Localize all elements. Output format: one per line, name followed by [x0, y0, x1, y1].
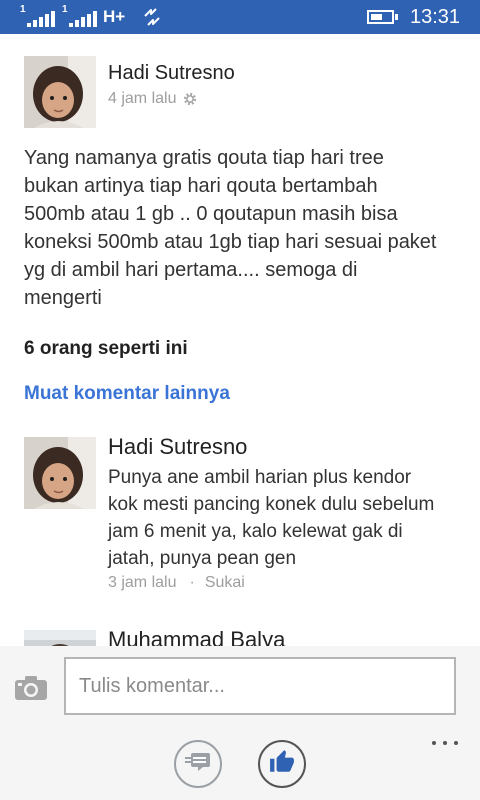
like-button[interactable]: [258, 740, 306, 788]
app-bar: [0, 730, 480, 800]
status-bar: 1 1 H+ 13:31: [0, 0, 480, 34]
comment-like-link[interactable]: Sukai: [205, 574, 245, 591]
data-transfer-icon: [142, 7, 162, 27]
comment-icon: [184, 750, 212, 779]
comment-time: 3 jam lalu: [108, 574, 177, 591]
battery-nub: [395, 14, 398, 20]
meta-separator: ·: [189, 574, 195, 591]
network-type: H+: [103, 7, 126, 26]
comment-meta: 3 jam lalu · Sukai: [108, 571, 245, 595]
avatar[interactable]: [24, 56, 96, 128]
post-body-line: yg di ambil hari pertama.... semoga di: [24, 259, 358, 281]
likes-summary[interactable]: 6 orang seperti ini: [24, 335, 188, 363]
comment-button[interactable]: [174, 740, 222, 788]
camera-icon[interactable]: [14, 675, 48, 701]
post-body-line: bukan artinya tiap hari qouta bertambah: [24, 175, 378, 197]
avatar[interactable]: [24, 437, 96, 509]
sim1-label: 1: [20, 4, 26, 15]
post-body-line: koneksi 500mb atau 1gb tiap hari sesuai …: [24, 231, 437, 253]
post-body: Yang namanya gratis qouta tiap hari tree…: [24, 144, 470, 312]
sim2-label: 1: [62, 4, 68, 15]
comment-author[interactable]: Hadi Sutresno: [108, 433, 247, 461]
thumbs-up-icon: [269, 749, 295, 780]
battery-fill: [371, 14, 383, 20]
post-meta: 4 jam lalu: [108, 88, 197, 110]
post-body-line: 500mb atau 1 gb .. 0 qoutapun masih bisa: [24, 203, 398, 225]
comment-line: jam 6 menit ya, kalo kelewat gak di: [108, 521, 403, 542]
more-icon[interactable]: [431, 739, 459, 747]
battery-icon: [367, 10, 394, 24]
comment-body: Punya ane ambil harian plus kendor kok m…: [108, 464, 468, 572]
gear-icon[interactable]: [183, 92, 197, 106]
comment-line: kok mesti pancing konek dulu sebelum: [108, 494, 435, 515]
load-more-comments-link[interactable]: Muat komentar lainnya: [24, 380, 230, 408]
clock: 13:31: [410, 6, 461, 28]
comment-line: Punya ane ambil harian plus kendor: [108, 467, 412, 488]
post-author[interactable]: Hadi Sutresno: [108, 60, 235, 86]
post-body-line: Yang namanya gratis qouta tiap hari tree: [24, 147, 384, 169]
post-body-line: mengerti: [24, 287, 102, 309]
signal-icon: 1: [20, 4, 56, 29]
comment-input[interactable]: [64, 657, 456, 715]
post-time: 4 jam lalu: [108, 90, 177, 107]
comment-line: jatah, punya pean gen: [108, 548, 297, 569]
signal-icon: 1: [62, 4, 98, 29]
